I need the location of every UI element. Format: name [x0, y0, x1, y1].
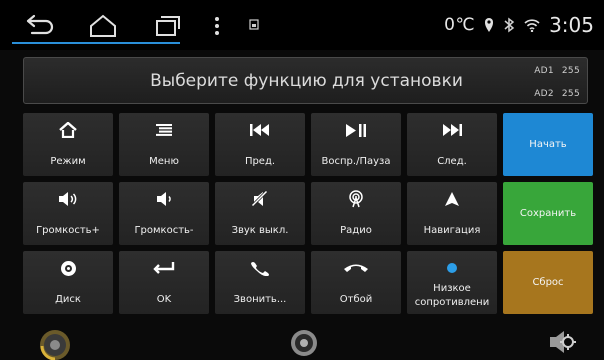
radio-icon	[349, 190, 363, 208]
ad2-label: AD2	[534, 89, 554, 99]
app-shortcut-left[interactable]	[36, 326, 74, 360]
app-shortcut-right[interactable]	[546, 328, 576, 360]
key-menu[interactable]: Меню	[119, 113, 209, 176]
key-label: Пред.	[244, 156, 276, 167]
app-shortcut-center[interactable]	[289, 328, 319, 360]
start-button[interactable]: Начать	[503, 113, 593, 176]
key-call[interactable]: Звонить...	[215, 251, 305, 314]
hang-up-icon	[344, 264, 368, 272]
key-label: Звук выкл.	[231, 225, 289, 236]
back-button-underline	[12, 42, 67, 44]
mute-icon	[251, 190, 269, 208]
key-label: След.	[437, 156, 467, 167]
key-label: Воспр./Пауза	[321, 156, 391, 167]
key-mute[interactable]: Звук выкл.	[215, 182, 305, 245]
key-label: Диск	[55, 294, 81, 305]
menu-icon	[156, 124, 172, 136]
key-play-pause[interactable]: Воспр./Пауза	[311, 113, 401, 176]
key-label: Громкость+	[36, 225, 100, 236]
disc-icon	[60, 260, 76, 276]
back-arrow-icon	[26, 14, 54, 35]
skip-previous-icon	[250, 124, 269, 136]
key-label: Отбой	[339, 294, 373, 305]
status-indicators: 0℃ 3:05	[444, 12, 594, 38]
bottom-dock	[0, 322, 604, 360]
key-volume-down[interactable]: Громкость-	[119, 182, 209, 245]
instruction-panel: Выберите функцию для установки AD1 255 AD…	[23, 57, 588, 104]
key-next[interactable]: След.	[407, 113, 497, 176]
recent-apps-button[interactable]	[150, 13, 184, 39]
home-icon	[59, 122, 77, 138]
house-outline-icon	[90, 14, 116, 37]
key-hang-up[interactable]: Отбой	[311, 251, 401, 314]
key-label: Меню	[149, 156, 179, 167]
overflow-menu-button[interactable]	[210, 13, 224, 39]
status-dot-icon	[447, 263, 457, 273]
speaker-app-icon	[291, 330, 317, 356]
skip-next-icon	[443, 124, 462, 136]
instruction-text: Выберите функцию для установки	[150, 71, 463, 91]
recent-button-underline	[150, 42, 180, 44]
back-button[interactable]	[22, 13, 56, 39]
key-volume-up[interactable]: Громкость+	[23, 182, 113, 245]
clock: 3:05	[549, 13, 594, 37]
key-label: Громкость-	[134, 225, 194, 236]
key-navigation[interactable]: Навигация	[407, 182, 497, 245]
status-bar: 0℃ 3:05	[0, 0, 604, 50]
ad1-readout: AD1 255	[534, 66, 580, 76]
bluetooth-icon	[504, 17, 515, 33]
ad2-readout: AD2 255	[534, 89, 580, 99]
home-button[interactable]	[86, 13, 120, 39]
key-radio[interactable]: Радио	[311, 182, 401, 245]
key-label: Низкое сопротивлени	[414, 283, 490, 308]
key-ok[interactable]: OK	[119, 251, 209, 314]
enter-icon	[153, 262, 175, 274]
car-player-app-icon	[40, 330, 70, 360]
settings-speaker-app-icon	[550, 331, 576, 353]
key-label: Режим	[50, 156, 86, 167]
key-mode[interactable]: Режим	[23, 113, 113, 176]
reset-button[interactable]: Сброс	[503, 251, 593, 314]
ad1-label: AD1	[534, 66, 554, 76]
key-label: Радио	[340, 225, 372, 236]
play-pause-icon	[346, 123, 366, 137]
ad2-value: 255	[561, 89, 580, 99]
phone-call-icon	[251, 262, 269, 276]
key-low-resistance[interactable]: Низкое сопротивлени	[407, 251, 497, 314]
ad1-value: 255	[561, 66, 580, 76]
vertical-dots-icon	[215, 17, 219, 35]
key-previous[interactable]: Пред.	[215, 113, 305, 176]
temperature-readout: 0℃	[444, 15, 476, 35]
home-button-underline	[67, 42, 150, 44]
key-label: Звонить...	[233, 294, 287, 305]
location-pin-icon	[485, 18, 494, 32]
navigation-icon	[445, 192, 459, 206]
volume-up-icon	[59, 192, 77, 206]
wifi-icon	[524, 19, 540, 32]
notification-image-icon	[249, 19, 259, 30]
save-button[interactable]: Сохранить	[503, 182, 593, 245]
volume-down-icon	[157, 192, 171, 206]
key-disc[interactable]: Диск	[23, 251, 113, 314]
key-label: Навигация	[423, 225, 481, 236]
key-label: OK	[156, 294, 172, 305]
recent-apps-icon	[156, 16, 180, 36]
